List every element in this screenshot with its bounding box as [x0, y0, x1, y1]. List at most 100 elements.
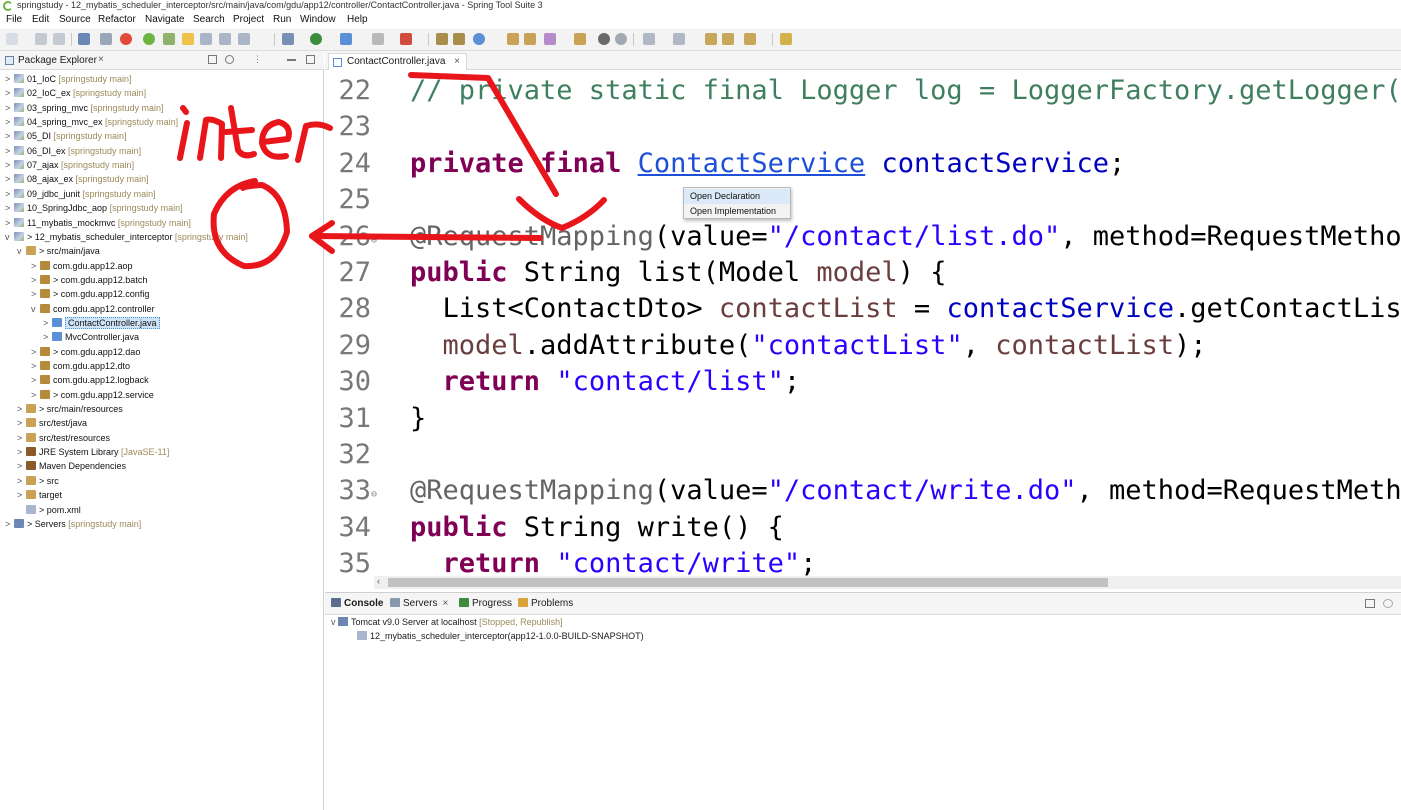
tree-item[interactable]: > > com.gdu.app12.config: [31, 287, 149, 301]
code-line[interactable]: 30 return "contact/list";: [325, 364, 800, 400]
tree-item[interactable]: > com.gdu.app12.aop: [31, 259, 133, 273]
chevron-right-icon[interactable]: >: [17, 445, 26, 459]
minimize-icon[interactable]: [287, 55, 296, 61]
tree-item[interactable]: > > com.gdu.app12.service: [31, 388, 154, 402]
tree-item[interactable]: >03_spring_mvc [springstudy main]: [5, 101, 164, 115]
chevron-down-icon[interactable]: v: [17, 244, 26, 258]
tab-console[interactable]: Console: [331, 598, 383, 610]
open-folder-icon[interactable]: [507, 33, 519, 45]
tree-item[interactable]: > src/test/java: [17, 416, 87, 430]
tree-item[interactable]: > > Servers [springstudy main]: [5, 517, 141, 531]
minimize-icon[interactable]: [1365, 599, 1375, 608]
tree-item[interactable]: v com.gdu.app12.controller: [31, 302, 155, 316]
maximize-icon[interactable]: [1383, 599, 1393, 608]
fold-toggle-icon[interactable]: ⊖: [371, 223, 381, 259]
code-area[interactable]: 22 // private static final Logger log = L…: [325, 71, 1401, 577]
menu-project[interactable]: Project: [233, 14, 264, 26]
tab-problems[interactable]: Problems: [518, 598, 573, 610]
tree-item[interactable]: > > src: [17, 474, 59, 488]
new-icon[interactable]: [6, 33, 18, 45]
chevron-right-icon[interactable]: >: [5, 115, 14, 129]
code-line[interactable]: 25: [325, 182, 381, 218]
fold-toggle-icon[interactable]: ⊖: [371, 477, 381, 513]
tree-item[interactable]: v > src/main/java: [17, 244, 100, 258]
editor-horizontal-scrollbar[interactable]: ‹: [374, 576, 1401, 589]
tree-item[interactable]: >07_ajax [springstudy main]: [5, 158, 134, 172]
maximize-icon[interactable]: [306, 55, 315, 64]
chevron-right-icon[interactable]: >: [5, 158, 14, 172]
tree-item[interactable]: v > 12_mybatis_scheduler_interceptor [spr…: [5, 230, 248, 244]
prev-annotation-icon[interactable]: [673, 33, 685, 45]
code-line[interactable]: 35 return "contact/write";: [325, 546, 816, 577]
pin-editor-icon[interactable]: [780, 33, 792, 45]
tree-item[interactable]: > com.gdu.app12.logback: [31, 373, 149, 387]
tree-item[interactable]: > Maven Dependencies: [17, 459, 126, 473]
chevron-right-icon[interactable]: >: [5, 201, 14, 215]
tree-item[interactable]: > > com.gdu.app12.dao: [31, 345, 140, 359]
save-icon[interactable]: [35, 33, 47, 45]
code-line[interactable]: 33⊖ @RequestMapping(value="/contact/write…: [325, 473, 1401, 509]
chevron-right-icon[interactable]: >: [31, 273, 40, 287]
tree-item[interactable]: > MvcController.java: [43, 330, 139, 344]
chevron-right-icon[interactable]: >: [31, 388, 40, 402]
server-icon[interactable]: [400, 33, 412, 45]
editor-tab-contactcontroller[interactable]: ContactController.java ×: [328, 53, 468, 70]
chevron-right-icon[interactable]: >: [31, 259, 40, 273]
class-icon[interactable]: [453, 33, 465, 45]
tree-item[interactable]: > pom.xml: [17, 503, 81, 517]
code-line[interactable]: 27 public String list(Model model) {: [325, 255, 946, 291]
tree-item[interactable]: >11_mybatis_mockmvc [springstudy main]: [5, 216, 191, 230]
spring-icon[interactable]: [143, 33, 155, 45]
globe-icon[interactable]: [615, 33, 627, 45]
tree-item[interactable]: > > com.gdu.app12.batch: [31, 273, 147, 287]
menu-navigate[interactable]: Navigate: [145, 14, 184, 26]
menu-item-open-declaration[interactable]: Open Declaration: [684, 189, 790, 204]
code-line[interactable]: 31}: [325, 401, 426, 437]
chevron-right-icon[interactable]: >: [17, 431, 26, 445]
collapse-all-icon[interactable]: [208, 55, 217, 64]
tree-item[interactable]: >10_SpringJdbc_aop [springstudy main]: [5, 201, 183, 215]
menu-item-open-implementation[interactable]: Open Implementation: [684, 204, 790, 219]
menu-search[interactable]: Search: [193, 14, 225, 26]
tree-item[interactable]: > ContactController.java: [43, 316, 160, 330]
forward-icon[interactable]: [744, 33, 756, 45]
chevron-right-icon[interactable]: >: [43, 330, 52, 344]
open-file-icon[interactable]: [524, 33, 536, 45]
close-icon[interactable]: ×: [98, 54, 104, 65]
back-icon[interactable]: [722, 33, 734, 45]
chevron-right-icon[interactable]: >: [31, 359, 40, 373]
chevron-down-icon[interactable]: v: [5, 230, 14, 244]
tree-item[interactable]: > > src/main/resources: [17, 402, 123, 416]
boot-icon[interactable]: [163, 33, 175, 45]
chevron-right-icon[interactable]: >: [43, 316, 52, 330]
chevron-right-icon[interactable]: >: [5, 144, 14, 158]
scroll-left-icon[interactable]: ‹: [377, 576, 380, 586]
chevron-right-icon[interactable]: >: [5, 101, 14, 115]
outline-icon[interactable]: [238, 33, 250, 45]
tab-progress[interactable]: Progress: [459, 598, 512, 610]
debug-icon[interactable]: [120, 33, 132, 45]
tree-item[interactable]: > src/test/resources: [17, 431, 110, 445]
next-annotation-icon[interactable]: [643, 33, 655, 45]
menu-help[interactable]: Help: [347, 14, 368, 26]
code-line[interactable]: 23: [325, 109, 381, 145]
search-icon[interactable]: [598, 33, 610, 45]
menu-edit[interactable]: Edit: [32, 14, 49, 26]
last-edit-icon[interactable]: [705, 33, 717, 45]
highlight-icon[interactable]: [182, 33, 194, 45]
save-all-icon[interactable]: [53, 33, 65, 45]
tree-item[interactable]: >02_IoC_ex [springstudy main]: [5, 86, 146, 100]
tree-item[interactable]: >01_IoC [springstudy main]: [5, 72, 132, 86]
debug-run-icon[interactable]: [282, 33, 294, 45]
chevron-right-icon[interactable]: >: [17, 459, 26, 473]
code-line[interactable]: 26⊖ @RequestMapping(value="/contact/list.…: [325, 219, 1401, 255]
coverage-icon[interactable]: [340, 33, 352, 45]
pen-icon[interactable]: [544, 33, 556, 45]
chevron-right-icon[interactable]: >: [5, 129, 14, 143]
chevron-right-icon[interactable]: >: [31, 345, 40, 359]
view-menu-icon[interactable]: ⋮: [253, 55, 262, 64]
chevron-right-icon[interactable]: >: [5, 86, 14, 100]
history-icon[interactable]: [574, 33, 586, 45]
tree-item[interactable]: > com.gdu.app12.dto: [31, 359, 130, 373]
external-tools-icon[interactable]: [372, 33, 384, 45]
